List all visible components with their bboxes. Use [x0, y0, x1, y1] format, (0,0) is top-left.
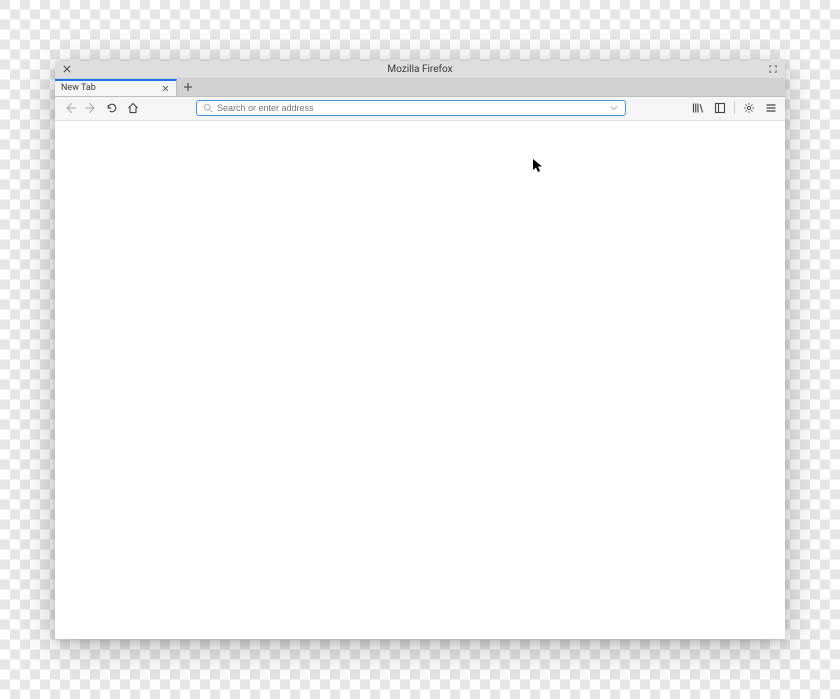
- search-icon: [203, 103, 213, 113]
- mouse-cursor: [533, 159, 543, 173]
- window-maximize-button[interactable]: [767, 63, 779, 75]
- address-bar[interactable]: [196, 100, 626, 116]
- gear-icon: [743, 102, 755, 114]
- reload-icon: [106, 102, 118, 114]
- library-icon: [692, 102, 704, 114]
- menu-button[interactable]: [763, 100, 779, 116]
- sidebar-icon: [714, 102, 726, 114]
- sidebar-button[interactable]: [712, 100, 728, 116]
- library-button[interactable]: [690, 100, 706, 116]
- window-close-button[interactable]: [61, 63, 73, 75]
- toolbar-separator: [734, 102, 735, 114]
- page-content: [55, 121, 785, 639]
- tab-label: New Tab: [61, 83, 160, 93]
- window-titlebar: Mozilla Firefox: [55, 61, 785, 79]
- chevron-down-icon: [610, 104, 618, 112]
- hamburger-icon: [765, 102, 777, 114]
- close-icon: [63, 65, 71, 73]
- navigation-toolbar: [55, 97, 785, 121]
- urlbar-dropdown-button[interactable]: [609, 103, 619, 113]
- back-button[interactable]: [61, 99, 78, 117]
- settings-button[interactable]: [741, 100, 757, 116]
- browser-window: Mozilla Firefox New Tab: [55, 61, 785, 639]
- maximize-icon: [769, 65, 777, 73]
- urlbar-container: [146, 100, 686, 116]
- window-title: Mozilla Firefox: [73, 64, 767, 75]
- reload-button[interactable]: [104, 99, 121, 117]
- tab-active[interactable]: New Tab: [55, 79, 177, 96]
- arrow-left-icon: [64, 102, 76, 114]
- arrow-right-icon: [85, 102, 97, 114]
- tab-bar: New Tab: [55, 79, 785, 97]
- tab-close-button[interactable]: [160, 83, 170, 93]
- home-icon: [127, 102, 139, 114]
- close-icon: [162, 85, 169, 92]
- plus-icon: [183, 82, 193, 92]
- toolbar-right: [690, 100, 779, 116]
- url-input[interactable]: [217, 103, 605, 113]
- home-button[interactable]: [125, 99, 142, 117]
- new-tab-button[interactable]: [177, 79, 199, 96]
- forward-button[interactable]: [82, 99, 99, 117]
